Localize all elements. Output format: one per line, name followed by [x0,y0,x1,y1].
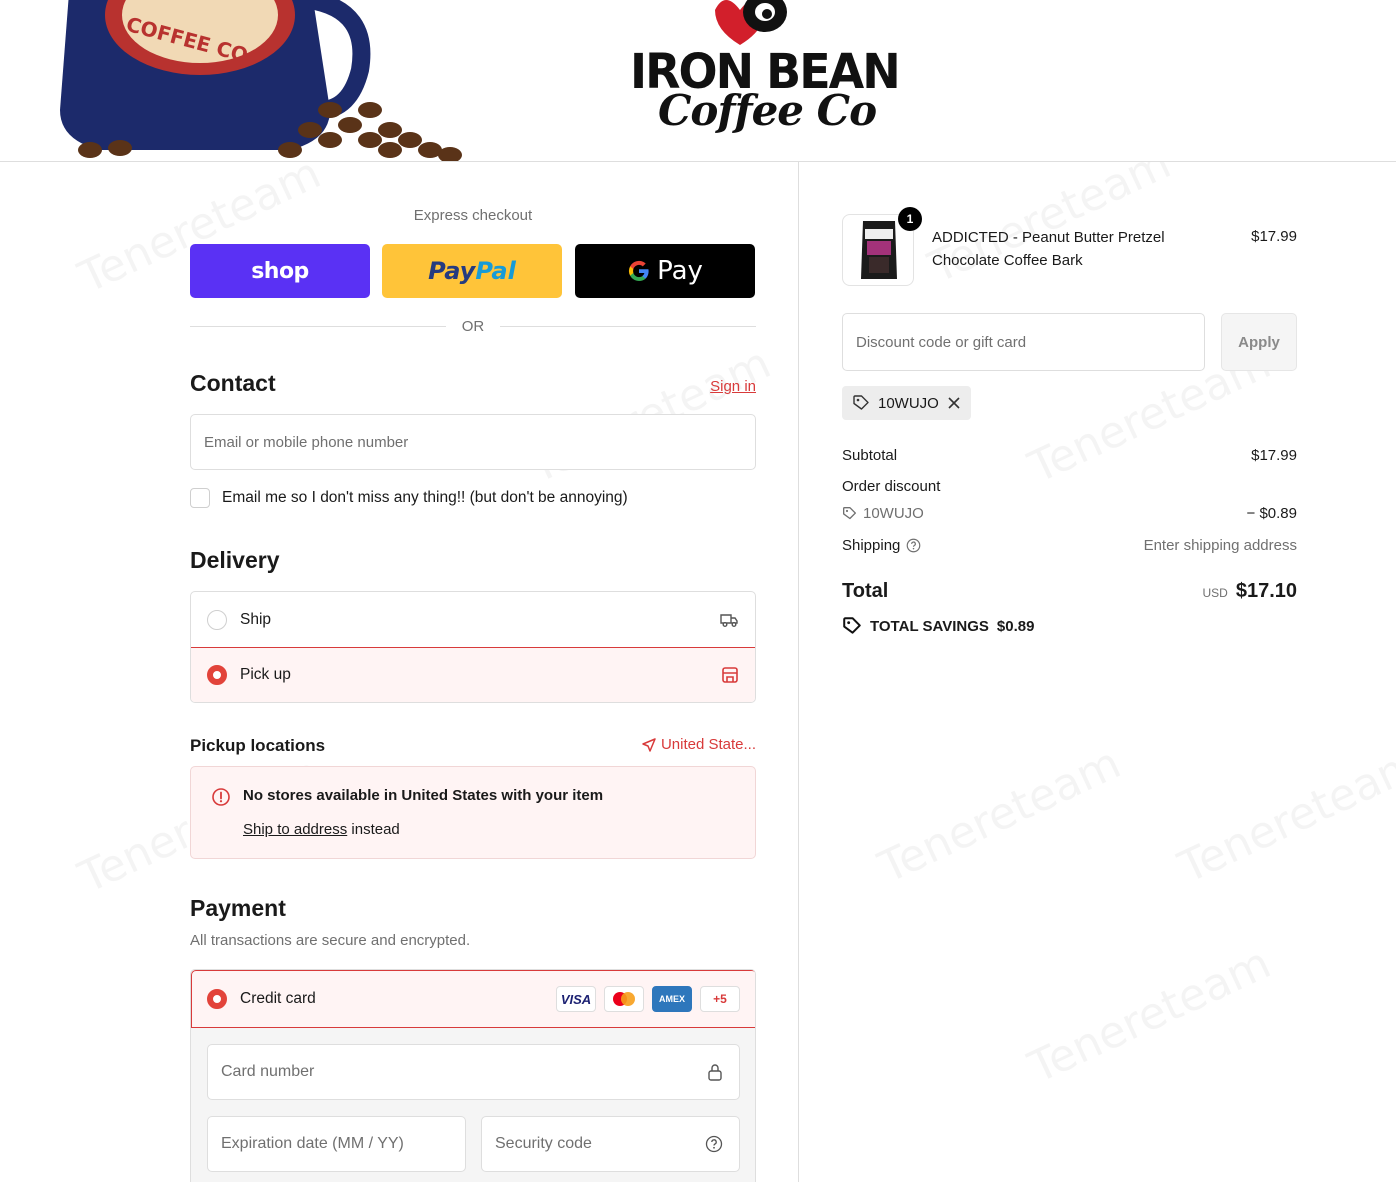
help-icon[interactable] [705,1135,723,1153]
credit-card-label: Credit card [240,990,316,1007]
lock-icon [708,1064,722,1081]
discount-placeholder: Discount code or gift card [856,333,1027,351]
no-stores-notice: No stores available in United States wit… [190,766,756,859]
pickup-country-selector[interactable]: United State... [642,736,756,753]
pickup-locations-title: Pickup locations [190,736,326,755]
location-arrow-icon [642,737,656,752]
savings-label: TOTAL SAVINGS [870,617,989,635]
total-label: Total [842,580,889,602]
tag-icon [853,395,869,410]
pickup-radio[interactable] [207,665,227,685]
savings-value: $0.89 [996,617,1035,635]
paypal-label-pal: Pal [475,257,516,285]
subtotal-value: $17.99 [1251,447,1297,464]
google-pay-button[interactable]: Pay [575,244,755,298]
card-number-field[interactable]: Card number [207,1044,740,1100]
payment-title: Payment [190,895,286,921]
notice-suffix: instead [347,821,400,838]
paypal-label-pay: Pay [428,257,476,285]
logo-script: Coffee Co [658,86,877,135]
newsletter-option[interactable]: Email me so I don't miss any thing!! (bu… [190,488,628,508]
payment-method-group: Credit card VISA AMEX +5 Card number Exp… [190,969,756,1182]
email-placeholder: Email or mobile phone number [204,433,409,451]
shop-pay-button[interactable]: shop [190,244,370,298]
store-icon [722,667,738,683]
apply-discount-button[interactable]: Apply [1221,313,1297,371]
pickup-label: Pick up [240,666,291,683]
applied-code-label: 10WUJO [878,394,939,412]
or-divider: OR [190,318,756,335]
coffee-mug-image: COFFEE CO [60,0,462,161]
email-field[interactable]: Email or mobile phone number [190,414,756,470]
expiration-date-field[interactable]: Expiration date (MM / YY) [207,1116,466,1172]
delivery-option-ship[interactable]: Ship [191,592,755,648]
paypal-button[interactable]: Pay Pal [382,244,562,298]
total-savings: TOTAL SAVINGS $0.89 [842,616,1034,636]
savings-tag-icon [843,617,861,634]
notice-title: No stores available in United States wit… [243,787,604,804]
discount-value: − $0.89 [1246,505,1297,522]
store-header: COFFEE CO IRON BEAN Coffee Co [0,0,1396,162]
newsletter-checkbox[interactable] [190,488,210,508]
more-cards-badge: +5 [700,986,740,1012]
or-label: OR [461,318,485,335]
google-g-icon [629,260,649,282]
subtotal-label: Subtotal [842,447,898,464]
watermark-text: Tenereteam [871,737,1128,893]
expiration-placeholder: Expiration date (MM / YY) [221,1135,404,1152]
delivery-option-pickup[interactable]: Pick up [191,647,755,702]
column-divider [798,162,799,1182]
product-price: $17.99 [1251,228,1297,245]
payment-subtitle: All transactions are secure and encrypte… [190,932,471,949]
subtotal-row: Subtotal $17.99 [842,447,1297,464]
discount-code-field[interactable]: Discount code or gift card [842,313,1205,371]
discount-code-info: 10WUJO [842,505,924,522]
newsletter-label: Email me so I don't miss any thing!! (bu… [222,489,628,506]
security-code-placeholder: Security code [495,1135,592,1152]
pickup-country-label: United State... [660,736,756,753]
watermark-text: Tenereteam [1171,737,1396,893]
shipping-row: Shipping Enter shipping address [842,537,1297,554]
total-value: $17.10 [1235,580,1297,602]
amex-icon: AMEX [652,986,692,1012]
contact-title: Contact [190,370,276,396]
truck-icon [720,614,738,627]
ship-label: Ship [240,611,272,628]
credit-card-radio[interactable] [207,989,227,1009]
discount-code-row: 10WUJO − $0.89 [842,505,1297,522]
discount-code-text: 10WUJO [863,505,924,522]
shipping-value: Enter shipping address [1143,537,1297,554]
help-icon[interactable] [906,538,921,553]
product-name: ADDICTED - Peanut Butter Pretzel Chocola… [932,229,1165,269]
quantity-badge: 1 [898,207,922,231]
order-discount-label: Order discount [842,478,941,495]
shop-pay-label: shop [251,258,309,284]
shipping-label-group: Shipping [842,537,921,554]
mastercard-icon [604,986,644,1012]
visa-icon: VISA [556,986,596,1012]
delivery-method-group: Ship Pick up [190,591,756,703]
tag-icon [843,507,856,520]
order-discount-row: Order discount [842,478,1297,495]
delivery-title: Delivery [190,547,280,573]
card-number-placeholder: Card number [221,1063,315,1080]
card-brand-list: VISA AMEX +5 [556,986,740,1012]
google-pay-label: Pay [657,256,703,286]
payment-option-credit-card[interactable]: Credit card VISA AMEX +5 [191,970,755,1028]
ship-to-address-link[interactable]: Ship to address [243,821,347,838]
total-row: Total USD $17.10 [842,580,1297,603]
watermark-text: Tenereteam [1021,937,1278,1093]
remove-discount-icon[interactable] [947,396,961,410]
ship-radio[interactable] [207,610,227,630]
product-thumbnail: 1 [842,207,922,286]
currency-code: USD [1202,586,1228,600]
sign-in-link[interactable]: Sign in [710,378,756,395]
total-amount: USD $17.10 [1202,580,1297,603]
security-code-field[interactable]: Security code [481,1116,740,1172]
notice-message: Ship to address instead [243,821,400,838]
applied-discount-chip: 10WUJO [842,386,971,420]
shipping-label: Shipping [842,537,901,554]
express-checkout-title: Express checkout [413,207,533,224]
alert-circle-icon [212,788,230,806]
